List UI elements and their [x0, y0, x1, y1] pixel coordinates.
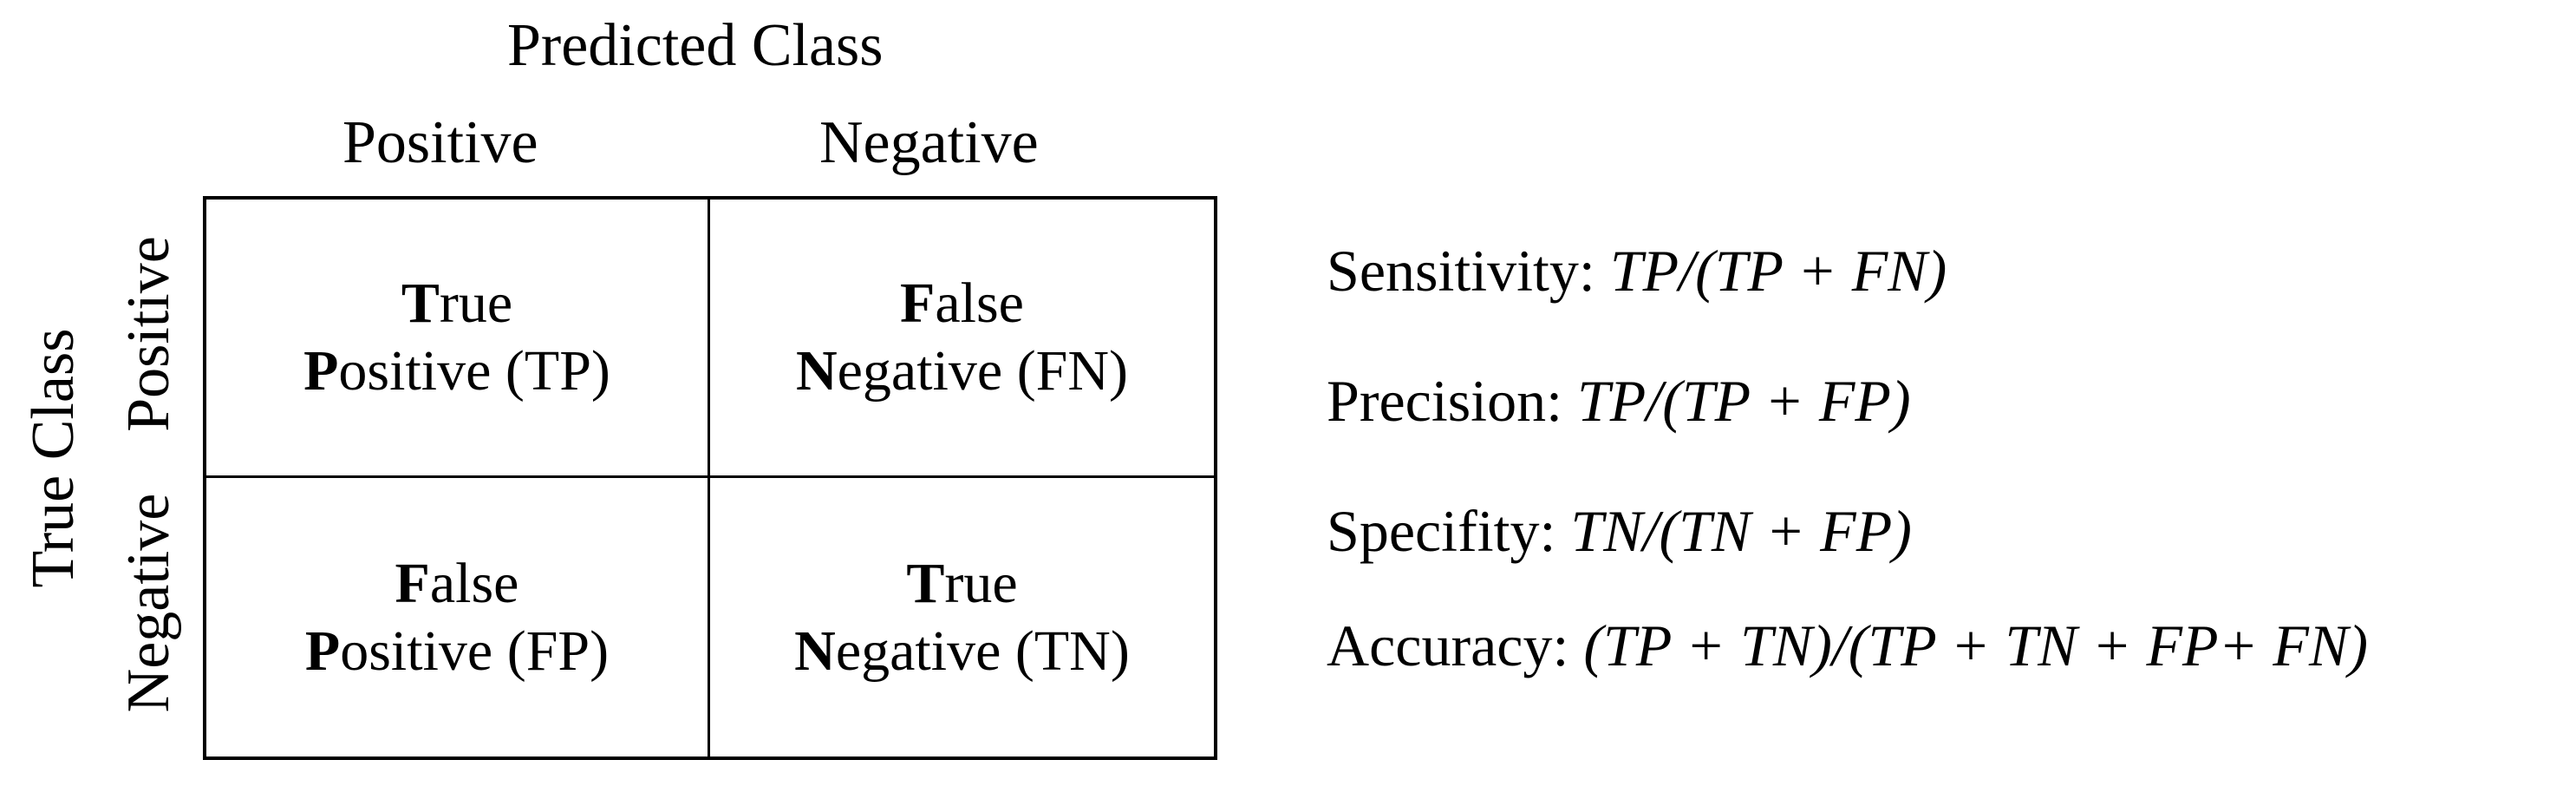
cell-line-1: False — [900, 272, 1024, 336]
row-header-negative: Negative — [115, 493, 182, 713]
metric-formula: (TP + TN)/(TP + TN + FP+ FN) — [1583, 612, 2368, 678]
cell-true-negative: True Negative (TN) — [710, 478, 1214, 757]
metric-formula: TN/(TN + FP) — [1570, 498, 1912, 564]
cell-line-2: Positive (FP) — [304, 619, 610, 683]
cell-line-1: True — [906, 551, 1018, 615]
predicted-class-title: Predicted Class — [507, 12, 884, 79]
metric-label: Sensitivity: — [1327, 238, 1610, 304]
metric-precision: Precision: TP/(TP + FP) — [1327, 371, 1911, 430]
cell-false-positive: False Positive (FP) — [206, 478, 710, 757]
column-header-positive: Positive — [342, 109, 538, 176]
metric-accuracy: Accuracy: (TP + TN)/(TP + TN + FP+ FN) — [1327, 616, 2368, 675]
metric-sensitivity: Sensitivity: TP/(TP + FN) — [1327, 241, 1947, 300]
cell-true-positive: True Positive (TP) — [206, 200, 710, 478]
true-class-title: True Class — [20, 328, 87, 588]
cell-line-1: True — [401, 272, 513, 336]
metric-label: Accuracy: — [1327, 612, 1584, 678]
cell-line-2: Negative (TN) — [794, 619, 1130, 683]
cell-line-2: Negative (FN) — [795, 339, 1129, 403]
column-header-negative: Negative — [819, 109, 1039, 176]
row-header-positive: Positive — [115, 236, 182, 432]
cell-line-1: False — [395, 551, 519, 615]
metric-label: Precision: — [1327, 368, 1577, 434]
metric-specifity: Specifity: TN/(TN + FP) — [1327, 501, 1912, 560]
metric-formula: TP/(TP + FP) — [1576, 368, 1911, 434]
metric-label: Specifity: — [1327, 498, 1571, 564]
cell-line-2: Positive (TP) — [303, 339, 610, 403]
cell-false-negative: False Negative (FN) — [710, 200, 1214, 478]
confusion-matrix: True Positive (TP) False Negative (FN) F… — [203, 196, 1217, 760]
metric-formula: TP/(TP + FN) — [1609, 238, 1947, 304]
